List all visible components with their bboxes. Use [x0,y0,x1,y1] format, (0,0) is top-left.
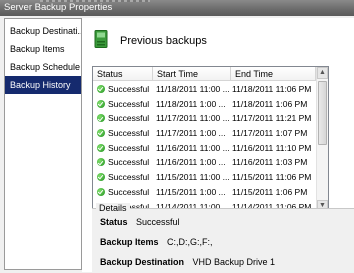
row-start-time: 11/18/2011 11:00 ... [156,84,230,94]
table-row[interactable]: Successful 11/15/2011 11:00 ... 11/15/20… [93,170,316,185]
page-title: Previous backups [120,35,207,47]
row-start-time: 11/15/2011 1:00 ... [156,186,226,197]
row-status: Successful [108,98,150,109]
detail-backup-items: Backup Items C:,D:,G:,F:, [100,237,213,247]
detail-backup-destination-value: VHD Backup Drive 1 [192,257,276,267]
detail-status: Status Successful [100,217,180,227]
row-start-time: 11/18/2011 1:00 ... [156,98,226,109]
success-check-icon [97,85,105,93]
table-row[interactable]: Successful 11/17/2011 11:00 ... 11/17/20… [93,111,316,126]
row-end-time: 11/16/2011 1:03 PM [232,157,308,168]
backup-history-panel: Previous backups Status Start Time End T… [82,18,354,273]
vertical-scrollbar[interactable]: ▲ ▼ [316,67,328,213]
success-check-icon [97,114,105,123]
server-backup-properties-window: Server Backup Properties Backup Destinat… [0,0,354,273]
success-check-icon [97,187,105,196]
backup-disk-icon [94,30,108,48]
row-start-time: 11/16/2011 1:00 ... [156,157,226,168]
success-check-icon [97,158,105,167]
sidebar-item-backup-schedule[interactable]: Backup Schedule [5,58,81,76]
detail-status-value: Successful [136,217,180,227]
row-end-time: 11/17/2011 1:07 PM [232,128,308,139]
window-title: Server Backup Properties [4,2,113,13]
row-end-time: 11/15/2011 1:06 PM [232,186,308,197]
row-status: Successful [108,142,150,153]
row-start-time: 11/15/2011 11:00 ... [156,172,230,183]
row-start-time: 11/17/2011 11:00 ... [156,113,230,124]
row-start-time: 11/16/2011 11:00 ... [156,142,230,153]
success-check-icon [97,173,105,182]
sidebar-item-backup-history[interactable]: Backup History [5,76,81,94]
table-row[interactable]: Successful 11/18/2011 11:00 ... 11/18/20… [93,82,316,97]
row-end-time: 11/15/2011 11:06 PM [232,172,312,183]
column-header-status[interactable]: Status [93,67,153,81]
details-legend: Details [96,203,130,213]
detail-backup-items-value: C:,D:,G:,F:, [167,237,213,247]
success-check-icon [97,129,105,138]
table-row[interactable]: Successful 11/15/2011 1:00 ... 11/15/201… [93,185,316,200]
success-check-icon [97,99,105,108]
details-group: Details Status Successful Backup Items C… [92,203,354,273]
row-status: Successful [108,172,150,183]
detail-status-label: Status [100,217,128,227]
row-status: Successful [108,128,150,139]
success-check-icon [97,143,105,152]
column-header-start-time[interactable]: Start Time [153,67,231,81]
sidebar-item-backup-destination[interactable]: Backup Destinati... [5,22,81,40]
table-row[interactable]: Successful 11/17/2011 1:00 ... 11/17/201… [93,126,316,141]
row-end-time: 11/18/2011 1:06 PM [232,98,308,109]
column-header-end-time[interactable]: End Time [231,67,316,81]
scrollbar-thumb[interactable] [318,81,327,145]
backup-history-list[interactable]: Status Start Time End Time Successful 11… [92,66,329,214]
sidebar-item-backup-items[interactable]: Backup Items [5,40,81,58]
row-status: Successful [108,84,150,94]
title-bar[interactable]: Server Backup Properties [0,0,354,16]
backup-rows: Successful 11/18/2011 11:00 ... 11/18/20… [93,82,316,213]
row-start-time: 11/17/2011 1:00 ... [156,128,226,139]
row-status: Successful [108,186,150,197]
table-row[interactable]: Successful 11/16/2011 11:00 ... 11/16/20… [93,141,316,156]
row-status: Successful [108,157,150,168]
detail-backup-items-label: Backup Items [100,237,159,247]
sidebar: Backup Destinati... Backup Items Backup … [4,18,82,270]
row-end-time: 11/18/2011 11:06 PM [232,84,312,94]
detail-backup-destination: Backup Destination VHD Backup Drive 1 [100,257,275,267]
detail-backup-destination-label: Backup Destination [100,257,185,267]
scroll-up-arrow-icon[interactable]: ▲ [317,67,328,79]
table-row[interactable]: Successful 11/16/2011 1:00 ... 11/16/201… [93,155,316,170]
row-status: Successful [108,113,150,124]
table-row[interactable]: Successful 11/18/2011 1:00 ... 11/18/201… [93,97,316,112]
row-end-time: 11/17/2011 11:21 PM [232,113,312,124]
row-end-time: 11/16/2011 11:10 PM [232,142,312,153]
